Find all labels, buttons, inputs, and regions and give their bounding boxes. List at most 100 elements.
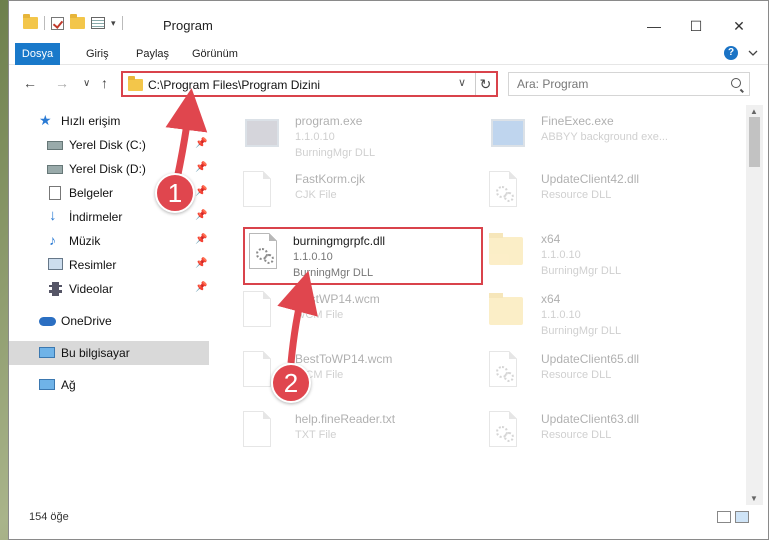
file-version: 1.1.0.10 xyxy=(295,131,335,143)
nav-item-this-pc[interactable]: Bu bilgisayar xyxy=(9,341,209,365)
file-name: UpdateClient42.dll xyxy=(541,172,640,186)
back-button[interactable]: ← xyxy=(23,75,37,91)
nav-item-label: OneDrive xyxy=(61,314,112,328)
nav-item-disk-c[interactable]: Yerel Disk (C:) 📌 xyxy=(9,133,209,157)
tab-share[interactable]: Paylaş xyxy=(136,43,169,65)
nav-item-music[interactable]: ♪ Müzik 📌 xyxy=(9,229,209,253)
nav-item-label: Bu bilgisayar xyxy=(61,346,130,360)
file-type: ABBYY background exe... xyxy=(541,131,668,143)
maximize-button[interactable]: ☐ xyxy=(673,12,719,40)
properties-icon[interactable] xyxy=(91,17,105,29)
ribbon-tabs: Dosya Giriş Paylaş Görünüm ? xyxy=(9,43,768,65)
forward-button[interactable]: → xyxy=(55,75,69,91)
documents-icon xyxy=(49,186,61,200)
computer-icon xyxy=(39,347,55,358)
large-icons-view-icon[interactable] xyxy=(735,511,749,523)
minimize-button[interactable]: — xyxy=(631,12,677,40)
dll-icon xyxy=(489,351,523,391)
nav-item-label: Belgeler xyxy=(69,186,114,200)
pin-icon[interactable]: 📌 xyxy=(195,162,207,173)
help-icon[interactable]: ? xyxy=(724,46,738,60)
vertical-scrollbar[interactable]: ▲ ▼ xyxy=(746,105,763,505)
scrollbar-thumb[interactable] xyxy=(749,117,760,167)
navigation-pane: ★ Hızlı erişim Yerel Disk (C:) 📌 Yerel D… xyxy=(9,105,211,501)
divider xyxy=(121,16,123,30)
pin-icon[interactable]: 📌 xyxy=(195,258,207,269)
pin-icon[interactable]: 📌 xyxy=(195,210,207,221)
file-item-highlighted[interactable]: burningmgrpfc.dll 1.1.0.10 BurningMgr DL… xyxy=(243,227,483,285)
file-item[interactable]: BestWP14.wcm WCM File xyxy=(213,287,453,345)
file-item[interactable]: BestToWP14.wcm WCM File xyxy=(213,347,453,405)
up-button[interactable]: ↑ xyxy=(101,75,108,91)
file-version: 1.1.0.10 xyxy=(293,251,333,263)
file-name: BestWP14.wcm xyxy=(295,292,380,306)
exe-icon xyxy=(243,113,279,153)
file-name: FastKorm.cjk xyxy=(295,172,366,186)
folder-icon xyxy=(489,291,523,331)
search-input[interactable]: Ara: Program xyxy=(508,72,750,96)
file-item[interactable]: x64 1.1.0.10 BurningMgr DLL xyxy=(459,227,699,285)
file-item[interactable]: FineExec.exe ABBYY background exe... xyxy=(459,109,699,167)
file-name: BestToWP14.wcm xyxy=(295,352,393,366)
close-button[interactable]: ✕ xyxy=(716,12,762,40)
tab-file[interactable]: Dosya xyxy=(15,43,60,65)
file-item[interactable]: FastKorm.cjk CJK File xyxy=(213,167,453,225)
file-name: program.exe xyxy=(295,114,363,128)
drive-icon xyxy=(47,165,63,174)
file-description: BurningMgr DLL xyxy=(541,265,622,277)
details-view-icon[interactable] xyxy=(717,511,731,523)
item-count: 154 öğe xyxy=(29,511,69,523)
pin-icon[interactable]: 📌 xyxy=(195,138,207,149)
file-description: BurningMgr DLL xyxy=(541,325,622,337)
tab-home[interactable]: Giriş xyxy=(86,43,109,65)
nav-item-quick-access[interactable]: ★ Hızlı erişim xyxy=(9,109,209,133)
file-name: x64 xyxy=(541,232,561,246)
folder-icon xyxy=(489,231,523,271)
file-icon xyxy=(243,291,277,331)
pin-icon[interactable]: 📌 xyxy=(195,186,207,197)
customize-toolbar-icon[interactable]: ▾ xyxy=(111,18,116,29)
nav-item-label: Ağ xyxy=(61,378,76,392)
tab-view[interactable]: Görünüm xyxy=(192,43,238,65)
cloud-icon xyxy=(39,317,56,326)
properties-check-icon[interactable] xyxy=(51,16,64,30)
file-item[interactable]: UpdateClient63.dll Resource DLL xyxy=(459,407,699,465)
nav-item-network[interactable]: Ağ xyxy=(9,373,209,397)
scroll-up-icon[interactable]: ▲ xyxy=(750,107,758,116)
file-item[interactable]: program.exe 1.1.0.10 BurningMgr DLL xyxy=(213,109,453,167)
pin-icon[interactable]: 📌 xyxy=(195,282,207,293)
address-dropdown-icon[interactable]: ∨ xyxy=(458,76,466,89)
file-icon xyxy=(243,171,277,211)
address-bar[interactable]: C:\Program Files\Program Dizini ∨ ↻ xyxy=(121,71,498,97)
pin-icon[interactable]: 📌 xyxy=(195,234,207,245)
file-type: Resource DLL xyxy=(541,369,612,381)
file-icon xyxy=(243,411,277,451)
address-row: ← → ∨ ↑ C:\Program Files\Program Dizini … xyxy=(9,69,768,99)
address-path[interactable]: C:\Program Files\Program Dizini xyxy=(148,78,320,92)
status-bar: 154 öğe xyxy=(9,507,768,529)
file-item[interactable]: x64 1.1.0.10 BurningMgr DLL xyxy=(459,287,699,345)
file-item[interactable]: help.fineReader.txt TXT File xyxy=(213,407,453,465)
nav-item-pictures[interactable]: Resimler 📌 xyxy=(9,253,209,277)
nav-item-label: İndirmeler xyxy=(69,210,123,224)
file-name: x64 xyxy=(541,292,561,306)
dll-icon xyxy=(489,171,523,211)
expand-ribbon-icon[interactable] xyxy=(746,46,760,60)
file-item[interactable]: UpdateClient42.dll Resource DLL xyxy=(459,167,699,225)
file-type: TXT File xyxy=(295,429,337,441)
file-type: CJK File xyxy=(295,189,337,201)
search-icon[interactable] xyxy=(731,78,741,88)
new-folder-icon[interactable] xyxy=(70,14,85,29)
nav-item-onedrive[interactable]: OneDrive xyxy=(9,309,209,333)
recent-locations-button[interactable]: ∨ xyxy=(83,78,90,89)
nav-item-videos[interactable]: Videolar 📌 xyxy=(9,277,209,301)
file-name: help.fineReader.txt xyxy=(295,412,396,426)
step-2-badge: 2 xyxy=(271,363,311,403)
nav-item-label: Müzik xyxy=(69,234,101,248)
file-type: WCM File xyxy=(295,309,344,321)
scroll-down-icon[interactable]: ▼ xyxy=(750,494,758,503)
refresh-button[interactable]: ↻ xyxy=(475,73,495,95)
file-item[interactable]: UpdateClient65.dll Resource DLL xyxy=(459,347,699,405)
nav-item-label: Videolar xyxy=(69,282,113,296)
exe-icon xyxy=(489,113,525,153)
